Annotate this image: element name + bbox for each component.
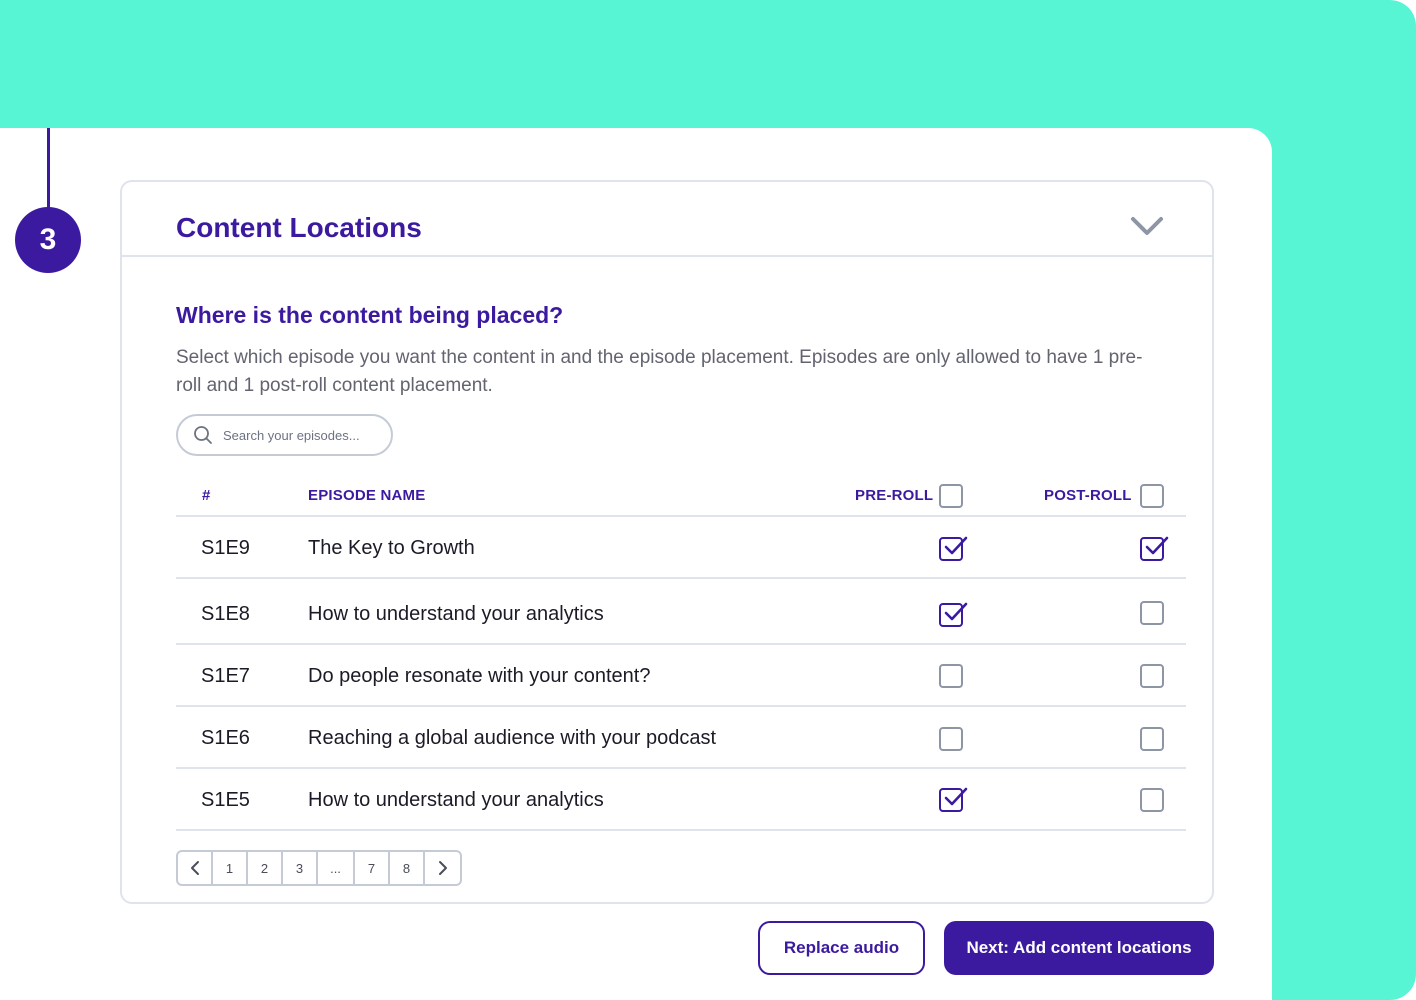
card-title: Content Locations [176,212,422,243]
next-add-content-locations-button[interactable]: Next: Add content locations [944,921,1214,975]
content-locations-card: Content Locations Where is the content b… [120,180,1214,904]
episode-name: How to understand your analytics [308,603,604,625]
table-row: S1E8 How to understand your analytics [176,579,1186,645]
episode-name: The Key to Growth [308,537,475,559]
step-number-badge: 3 [15,207,81,273]
checkmark-icon [1145,536,1169,555]
table-row: S1E6 Reaching a global audience with you… [176,707,1186,769]
preroll-checkbox[interactable] [939,536,968,561]
postroll-checkbox[interactable] [1140,536,1169,561]
postroll-select-all-checkbox[interactable] [1140,484,1164,508]
step-connector-line [47,128,50,210]
episode-number: S1E8 [201,603,250,625]
episode-number: S1E9 [201,537,250,559]
checkmark-icon [944,787,968,806]
page-button-2[interactable]: 2 [248,852,283,884]
chevron-down-icon[interactable] [1129,214,1165,238]
episode-name: How to understand your analytics [308,789,604,811]
preroll-checkbox[interactable] [939,602,968,627]
preroll-checkbox[interactable] [939,664,963,688]
checkmark-icon [944,602,968,621]
section-description: Select which episode you want the conten… [176,347,1143,396]
postroll-checkbox[interactable] [1140,601,1164,625]
chevron-right-icon [438,861,447,875]
search-input[interactable] [223,427,383,443]
table-row: S1E9 The Key to Growth [176,517,1186,579]
postroll-checkbox[interactable] [1140,727,1164,751]
next-page-button[interactable] [425,852,460,884]
column-header-number: # [202,487,211,504]
table-row: S1E5 How to understand your analytics [176,769,1186,831]
replace-audio-button[interactable]: Replace audio [758,921,925,975]
episode-name: Reaching a global audience with your pod… [308,727,717,749]
table-row: S1E7 Do people resonate with your conten… [176,645,1186,707]
episodes-table: # EPISODE NAME PRE-ROLL POST-ROLL S1E9 T… [176,477,1186,831]
search-box[interactable] [176,414,393,456]
episode-number: S1E7 [201,665,250,687]
preroll-checkbox[interactable] [939,727,963,751]
column-header-preroll: PRE-ROLL [855,487,934,504]
search-icon [194,426,212,444]
page-button-8[interactable]: 8 [390,852,425,884]
page-button-7[interactable]: 7 [355,852,390,884]
table-header: # EPISODE NAME PRE-ROLL POST-ROLL [176,477,1186,517]
column-header-episode-name: EPISODE NAME [308,487,426,504]
postroll-checkbox[interactable] [1140,788,1164,812]
card-header[interactable]: Content Locations [122,182,1212,257]
column-header-postroll: POST-ROLL [1044,487,1132,504]
preroll-checkbox[interactable] [939,787,968,812]
page-ellipsis: ... [318,852,355,884]
postroll-checkbox[interactable] [1140,664,1164,688]
section-question: Where is the content being placed? [176,302,564,328]
page-button-1[interactable]: 1 [213,852,248,884]
chevron-left-icon [190,861,199,875]
episode-number: S1E5 [201,789,250,811]
page-button-3[interactable]: 3 [283,852,318,884]
checkmark-icon [944,536,968,555]
pagination: 1 2 3 ... 7 8 [176,850,462,886]
preroll-select-all-checkbox[interactable] [939,484,963,508]
episode-name: Do people resonate with your content? [308,665,651,687]
prev-page-button[interactable] [178,852,213,884]
episode-number: S1E6 [201,727,250,749]
